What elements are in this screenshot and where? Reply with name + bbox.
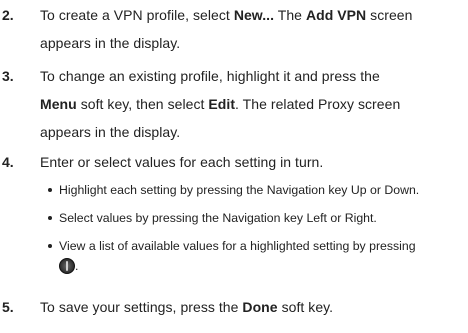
bullet-item: Select values by pressing the Navigation… [48, 208, 463, 228]
menu-label: Menu [40, 96, 77, 112]
step-5-line-1: To save your settings, press the Done so… [40, 295, 460, 320]
step-number: 3. [2, 68, 14, 84]
text-run: soft key. [277, 299, 334, 315]
step-2-line-2: appears in the display. [40, 35, 181, 51]
navigation-key-center-icon [59, 257, 75, 274]
bullet-text: View a list of available values for a hi… [59, 239, 416, 253]
new-label: New... [233, 7, 275, 23]
text-run: To save your settings, press the [40, 299, 243, 315]
done-label: Done [242, 299, 278, 315]
step-number: 4. [2, 154, 14, 170]
bullet-text: . [75, 259, 79, 273]
bullet-item-continuation: . [59, 256, 468, 276]
bullet-icon [48, 215, 52, 220]
step-4-line-1: Enter or select values for each setting … [40, 154, 324, 170]
edit-label: Edit [208, 96, 236, 112]
step-number: 2. [2, 7, 14, 23]
bullet-item: Highlight each setting by pressing the N… [48, 180, 463, 200]
text-run: screen [366, 7, 413, 23]
step-3-line-2: Menu soft key, then select Edit. The rel… [40, 92, 460, 117]
bullet-icon [48, 187, 52, 192]
text-run: To create a VPN profile, select [40, 7, 234, 23]
add-vpn-label: Add VPN [305, 7, 367, 23]
step-3-line-1: To change an existing profile, highlight… [40, 68, 380, 84]
step-3-line-3: appears in the display. [40, 124, 181, 140]
bullet-text: Highlight each setting by pressing the N… [59, 183, 420, 197]
bullet-icon [48, 243, 52, 248]
step-number: 5. [2, 299, 14, 315]
text-run: soft key, then select [76, 96, 209, 112]
bullet-item: View a list of available values for a hi… [48, 236, 463, 256]
step-2-line-1: To create a VPN profile, select New... T… [40, 3, 460, 28]
text-run: . The related Proxy screen [235, 96, 401, 112]
bullet-text: Select values by pressing the Navigation… [59, 211, 377, 225]
text-run: The [274, 7, 306, 23]
